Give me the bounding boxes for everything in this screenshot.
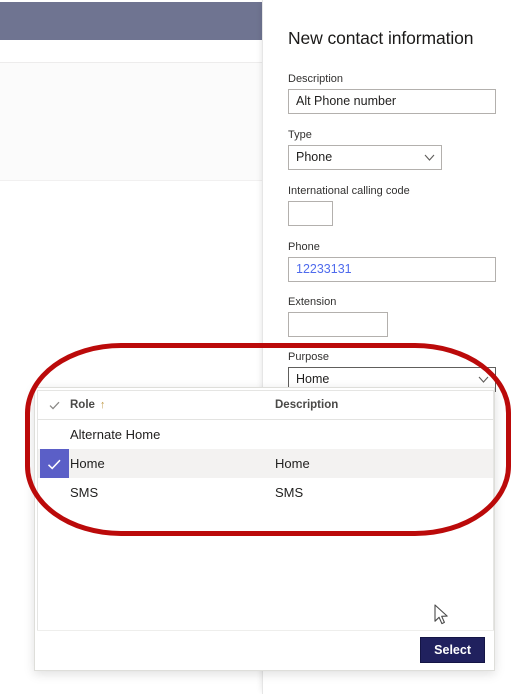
role-table: Role ↑ Description Alternate Home Home H… [38,391,493,507]
row-checkbox[interactable] [38,420,70,450]
app-grid-area [0,63,262,181]
cell-role: SMS [70,485,99,500]
app-header-bar [0,2,262,40]
column-header-description[interactable]: Description [275,391,493,420]
description-input[interactable]: Alt Phone number [288,89,496,114]
select-button[interactable]: Select [420,637,485,663]
checkbox-checked-icon [39,449,69,478]
chevron-down-icon [424,152,435,161]
role-list-region: Role ↑ Description Alternate Home Home H… [37,390,494,631]
page-title: New contact information [288,28,474,48]
field-group-phone: Phone 12233131 [288,240,496,282]
table-header: Role ↑ Description [38,391,493,420]
table-row[interactable]: Alternate Home [38,420,493,450]
label-international-calling-code: International calling code [288,185,410,197]
phone-input[interactable]: 12233131 [288,257,496,282]
chevron-down-icon [478,374,489,383]
table-row[interactable]: Home Home [38,449,493,478]
field-group-international-calling-code: International calling code [288,184,496,226]
cell-description: Home [275,449,493,478]
table-body: Alternate Home Home Home SMS SMS [38,420,493,508]
purpose-lookup-dialog: Role ↑ Description Alternate Home Home H… [34,387,495,671]
purpose-dropdown-value: Home [296,372,330,386]
cell-role: Home [70,449,275,478]
label-purpose: Purpose [288,351,329,363]
select-all-checkbox[interactable] [38,391,70,420]
row-checkbox[interactable] [38,478,70,507]
checkmark-icon [49,401,59,409]
cell-description [275,420,493,450]
sort-ascending-icon: ↑ [99,399,106,411]
label-description: Description [288,73,344,85]
extension-input[interactable] [288,312,388,337]
field-group-type: Type Phone [288,128,442,170]
table-row[interactable]: SMS SMS [38,478,493,507]
field-group-description: Description Alt Phone number [288,72,496,114]
cell-description: SMS [275,485,304,500]
type-dropdown[interactable]: Phone [288,145,442,170]
label-extension: Extension [288,296,337,308]
field-group-extension: Extension [288,295,496,337]
type-dropdown-value: Phone [296,150,333,164]
column-header-description-label: Description [275,399,339,411]
table-header-row: Role ↑ Description [38,391,493,420]
international-calling-code-input[interactable] [288,201,333,226]
column-header-role[interactable]: Role ↑ [70,391,275,420]
cell-role: Alternate Home [70,427,161,442]
app-command-bar [0,40,262,63]
column-header-role-label: Role [70,399,95,411]
label-type: Type [288,129,312,141]
label-phone: Phone [288,241,320,253]
field-group-purpose: Purpose Home [288,350,496,392]
row-checkbox[interactable] [38,449,70,478]
dialog-footer: Select [37,630,494,668]
